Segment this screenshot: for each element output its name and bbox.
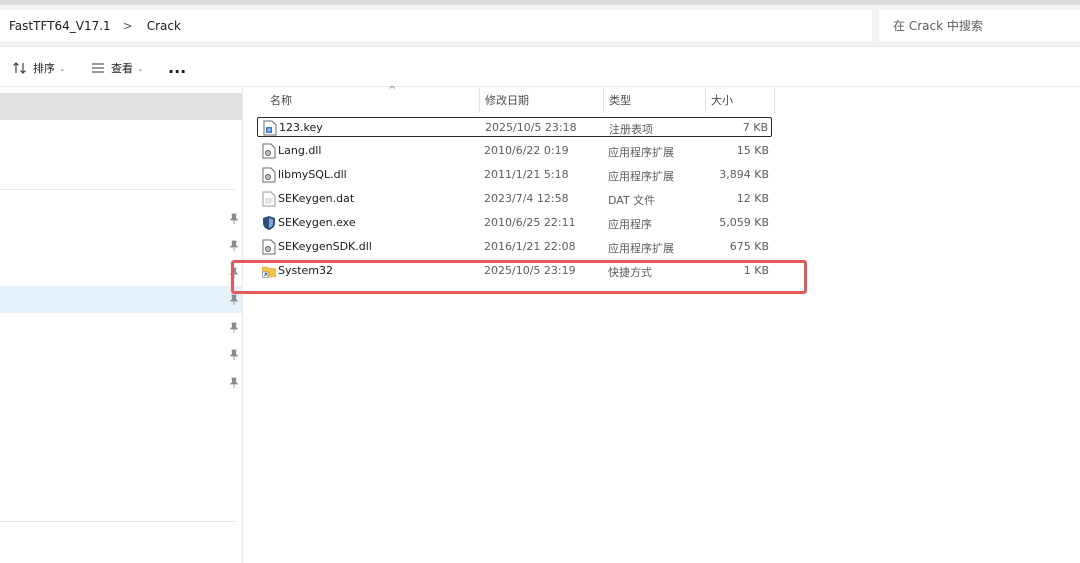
view-label: 查看	[111, 62, 133, 75]
dll-file-icon	[262, 167, 276, 183]
breadcrumb[interactable]: FastTFT64_V17.1 > Crack	[0, 10, 872, 41]
file-name: SEKeygenSDK.dll	[278, 240, 372, 253]
file-name: 123.key	[279, 121, 323, 134]
file-type: DAT 文件	[608, 194, 656, 207]
column-header-type[interactable]: 类型	[604, 87, 706, 113]
file-size: 12 KB	[736, 192, 769, 205]
chevron-down-icon: ⌄	[137, 63, 144, 73]
pin-icon[interactable]	[229, 213, 239, 225]
file-row[interactable]: 123.key 2025/10/5 23:18 注册表项 7 KB	[257, 117, 772, 137]
highlight-annotation-box	[231, 260, 807, 294]
file-row[interactable]: libmySQL.dll 2011/1/21 5:18 应用程序扩展 3,894…	[257, 165, 772, 185]
pin-icon[interactable]	[229, 240, 239, 252]
file-date: 2023/7/4 12:58	[484, 192, 569, 205]
file-type: 应用程序扩展	[608, 146, 674, 159]
file-size: 7 KB	[742, 121, 768, 134]
dat-file-icon	[262, 191, 276, 207]
column-header-name[interactable]: 名称 ^	[265, 85, 480, 113]
file-type: 应用程序	[608, 218, 652, 231]
search-input[interactable]: 在 Crack 中搜索	[879, 10, 1080, 41]
file-list-pane: 名称 ^ 修改日期 类型 大小 123.key 2025/10/5 23:18 …	[243, 85, 1080, 563]
breadcrumb-item-parent[interactable]: FastTFT64_V17.1	[9, 19, 111, 33]
dll-file-icon	[262, 143, 276, 159]
sort-label: 排序	[33, 62, 55, 75]
breadcrumb-item-current[interactable]: Crack	[147, 19, 181, 33]
navigation-pane	[0, 87, 243, 563]
search-placeholder: 在 Crack 中搜索	[893, 19, 983, 33]
more-dots-icon: ...	[168, 58, 187, 77]
sidebar-selected-item[interactable]	[0, 93, 242, 120]
breadcrumb-separator: >	[122, 18, 133, 33]
file-size: 15 KB	[736, 144, 769, 157]
column-header-size[interactable]: 大小	[706, 87, 775, 113]
registry-file-icon	[263, 120, 277, 136]
file-size: 675 KB	[729, 240, 769, 253]
pin-icon[interactable]	[229, 377, 239, 389]
view-lines-icon	[92, 63, 104, 73]
file-name: SEKeygen.exe	[278, 216, 356, 229]
pin-icon[interactable]	[229, 322, 239, 334]
file-date: 2011/1/21 5:18	[484, 168, 569, 181]
address-bar-area: FastTFT64_V17.1 > Crack 在 Crack 中搜索	[0, 5, 1080, 47]
command-toolbar: 排序 ⌄ 查看 ⌄ ...	[0, 48, 1080, 87]
file-size: 5,059 KB	[719, 216, 769, 229]
file-type: 注册表项	[609, 123, 653, 136]
file-date: 2016/1/21 22:08	[484, 240, 576, 253]
sort-button[interactable]: 排序 ⌄	[12, 58, 66, 78]
file-size: 3,894 KB	[719, 168, 769, 181]
file-name: libmySQL.dll	[278, 168, 347, 181]
column-date-label: 修改日期	[485, 94, 529, 107]
file-type: 应用程序扩展	[608, 170, 674, 183]
dll-file-icon	[262, 239, 276, 255]
view-button[interactable]: 查看 ⌄	[90, 58, 144, 78]
file-type: 应用程序扩展	[608, 242, 674, 255]
column-name-label: 名称	[270, 94, 292, 107]
file-row[interactable]: SEKeygen.exe 2010/6/25 22:11 应用程序 5,059 …	[257, 213, 772, 233]
file-row[interactable]: SEKeygen.dat 2023/7/4 12:58 DAT 文件 12 KB	[257, 189, 772, 209]
sidebar-divider	[0, 189, 235, 190]
file-row[interactable]: SEKeygenSDK.dll 2016/1/21 22:08 应用程序扩展 6…	[257, 237, 772, 257]
sidebar-divider	[0, 521, 235, 522]
pin-icon[interactable]	[229, 349, 239, 361]
file-date: 2010/6/25 22:11	[484, 216, 576, 229]
file-name: SEKeygen.dat	[278, 192, 355, 205]
sort-arrows-icon	[13, 62, 26, 74]
column-header-date[interactable]: 修改日期	[480, 87, 604, 113]
file-date: 2010/6/22 0:19	[484, 144, 569, 157]
column-size-label: 大小	[711, 94, 733, 107]
chevron-down-icon: ⌄	[59, 63, 66, 73]
pin-icon[interactable]	[229, 294, 239, 306]
file-row[interactable]: Lang.dll 2010/6/22 0:19 应用程序扩展 15 KB	[257, 141, 772, 161]
sidebar-hover-item[interactable]	[0, 286, 242, 313]
file-name: Lang.dll	[278, 144, 322, 157]
exe-shield-icon	[263, 216, 275, 230]
file-date: 2025/10/5 23:18	[485, 121, 577, 134]
sort-ascending-icon: ^	[388, 85, 397, 96]
more-options-button[interactable]: ...	[168, 58, 186, 78]
column-type-label: 类型	[609, 94, 631, 107]
